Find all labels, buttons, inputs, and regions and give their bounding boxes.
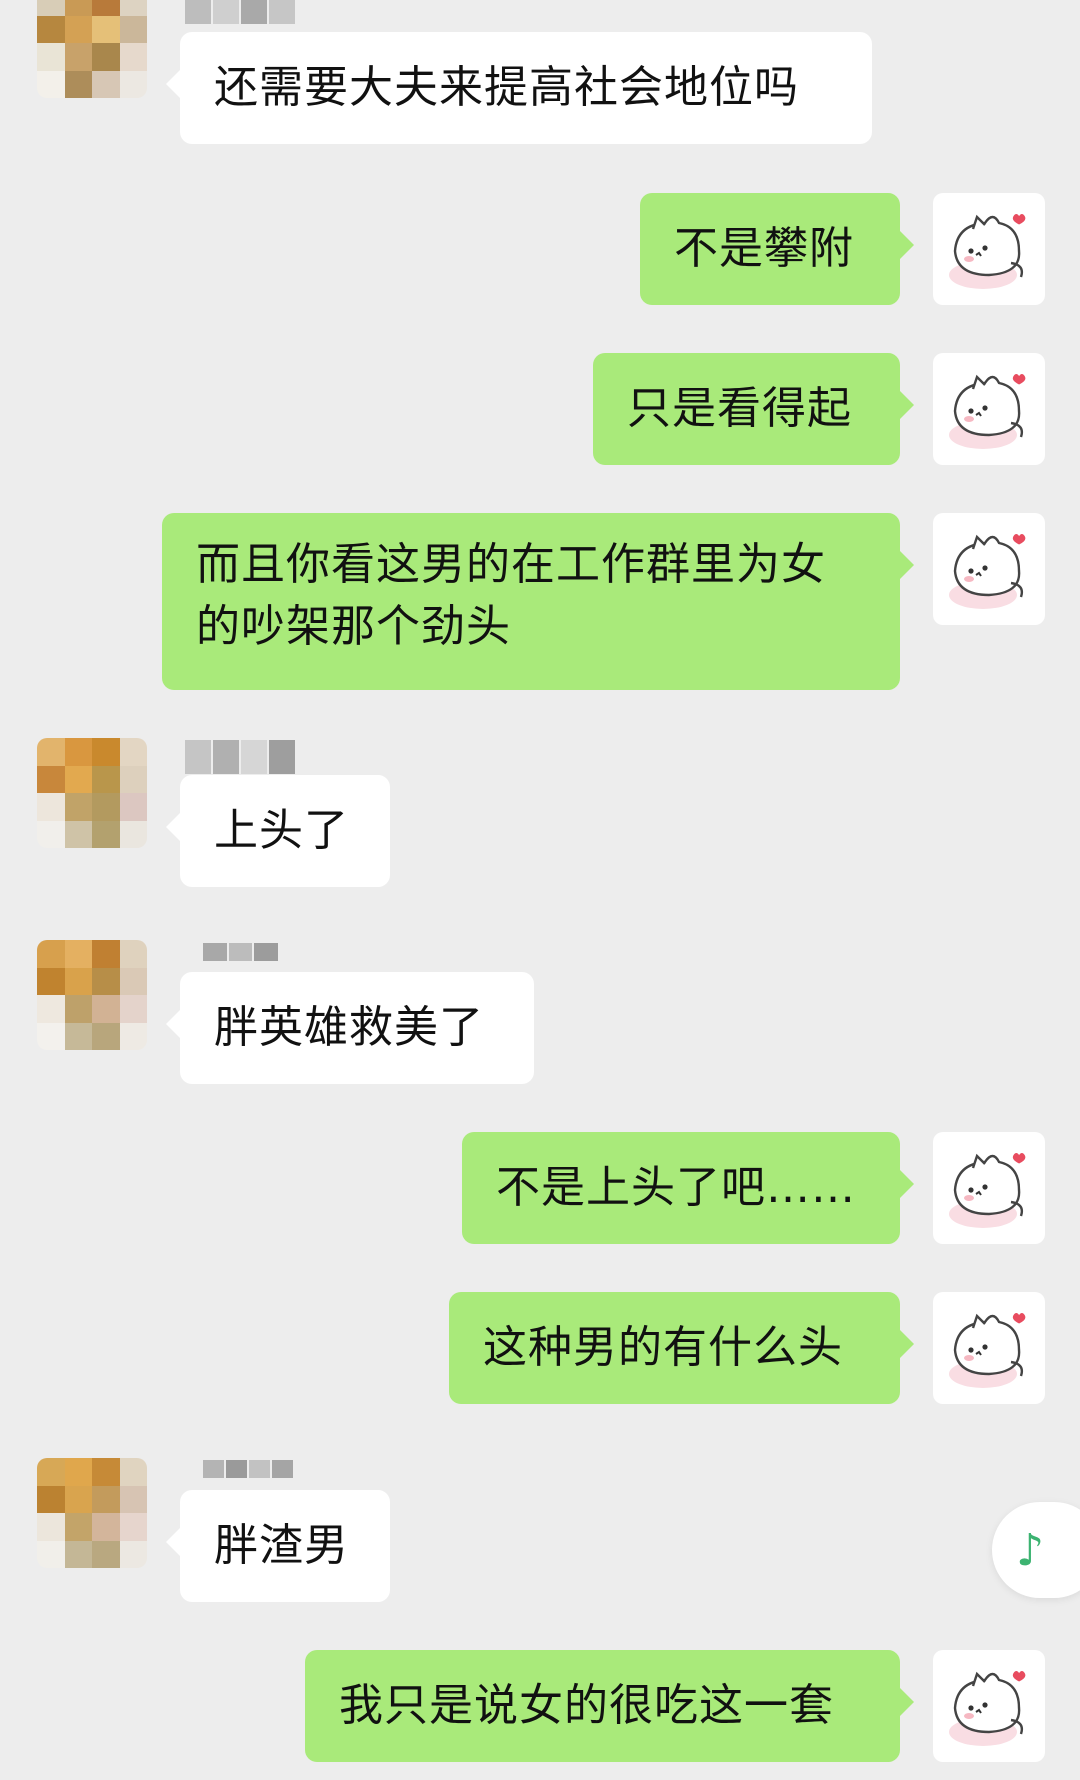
- music-note-icon[interactable]: ♪: [992, 1502, 1080, 1598]
- self-avatar[interactable]: [933, 513, 1045, 625]
- sender-name-redacted: [203, 943, 279, 961]
- message-bubble[interactable]: 上头了: [166, 775, 390, 887]
- sender-avatar[interactable]: [37, 738, 147, 848]
- self-avatar[interactable]: [933, 1132, 1045, 1244]
- sender-avatar[interactable]: [37, 1458, 147, 1568]
- message-bubble[interactable]: 不是上头了吧……: [462, 1132, 914, 1244]
- message-bubble[interactable]: 胖渣男: [166, 1490, 390, 1602]
- white-cat-sticker-avatar-icon: [949, 1671, 1026, 1746]
- self-avatar[interactable]: [933, 1292, 1045, 1404]
- white-cat-sticker-avatar-icon: [949, 1153, 1026, 1228]
- message-bubble[interactable]: 胖英雄救美了: [166, 972, 534, 1084]
- sender-avatar[interactable]: [37, 0, 147, 98]
- white-cat-sticker-avatar-icon: [949, 1313, 1026, 1388]
- message-bubble[interactable]: 不是攀附: [640, 193, 914, 305]
- white-cat-sticker-avatar-icon: [949, 534, 1026, 609]
- message-bubble[interactable]: 而且你看这男的在工作群里为女的吵架那个劲头: [162, 513, 914, 690]
- white-cat-sticker-avatar-icon: [949, 374, 1026, 449]
- message-bubble[interactable]: 还需要大夫来提高社会地位吗: [166, 32, 872, 144]
- self-avatar[interactable]: [933, 1650, 1045, 1762]
- music-note-glyph: ♪: [1016, 1524, 1045, 1576]
- sender-avatar[interactable]: [37, 940, 147, 1050]
- sender-name-redacted: [185, 740, 295, 774]
- self-avatar[interactable]: [933, 193, 1045, 305]
- self-avatar[interactable]: [933, 353, 1045, 465]
- sender-name-redacted: [185, 0, 295, 24]
- sender-name-redacted: [203, 1460, 293, 1478]
- message-bubble[interactable]: 我只是说女的很吃这一套: [305, 1650, 914, 1762]
- message-bubble[interactable]: 只是看得起: [593, 353, 914, 465]
- message-bubble[interactable]: 这种男的有什么头: [449, 1292, 914, 1404]
- white-cat-sticker-avatar-icon: [949, 214, 1026, 289]
